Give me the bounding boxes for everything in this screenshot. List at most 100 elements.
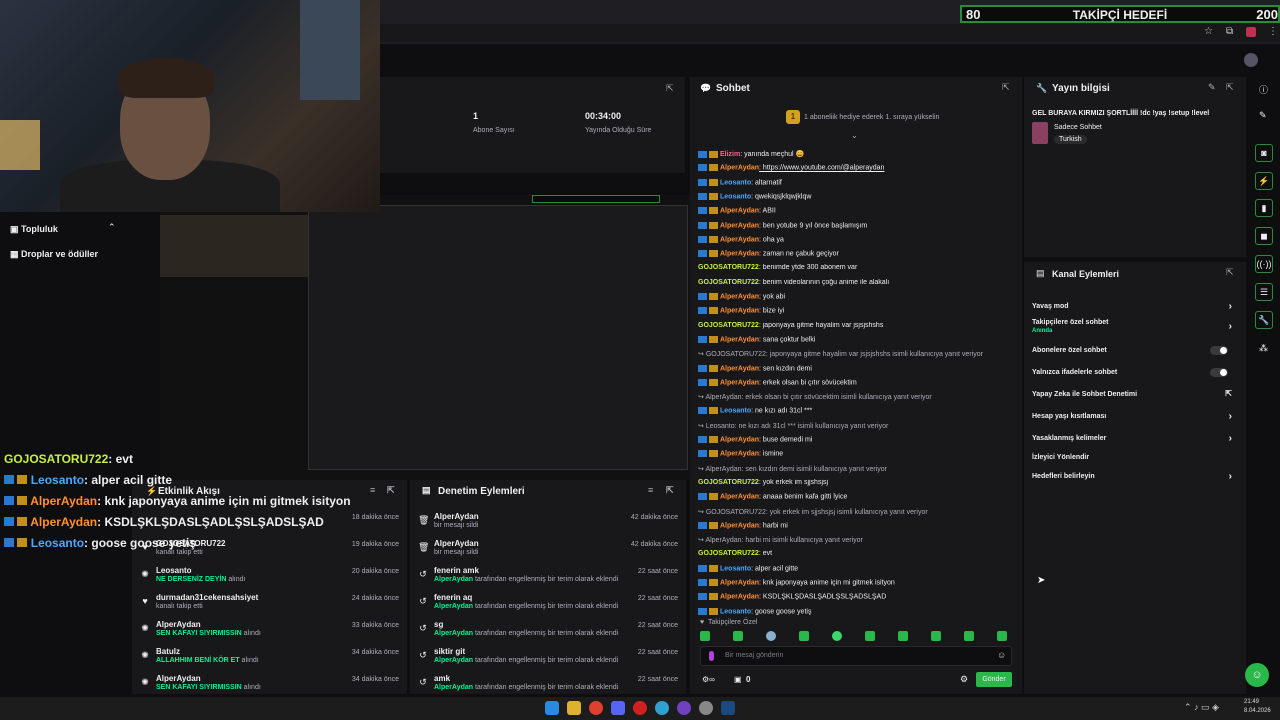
chat-username[interactable]: AlperAydan xyxy=(720,451,759,458)
emote-icon[interactable] xyxy=(865,631,875,641)
list-item[interactable]: ♥ durmadan31cekensahsiyet kanalı takip e… xyxy=(132,591,407,617)
chat-username[interactable]: AlperAydan xyxy=(720,293,759,300)
channel-action-row[interactable]: İzleyici Yönlendir xyxy=(1032,450,1238,468)
chat-username[interactable]: GOJOSATORU722 xyxy=(698,479,759,486)
chat-username[interactable]: Leosanto xyxy=(720,408,751,415)
chat-username[interactable]: AlperAydan xyxy=(720,236,759,243)
emote-icon[interactable] xyxy=(931,631,941,641)
channel-action-row[interactable]: Yalnızca ifadelerle sohbet xyxy=(1032,365,1238,383)
list-item[interactable]: ↺ sg AlperAydan tarafından engellenmiş b… xyxy=(410,618,686,644)
windows-start-icon[interactable] xyxy=(545,701,559,715)
edge-icon[interactable] xyxy=(655,701,669,715)
emoji-icon[interactable]: ☺ xyxy=(997,650,1006,660)
settings-icon[interactable]: ⚙∞ xyxy=(702,675,715,684)
channel-action-row[interactable]: Yapay Zeka ile Sohbet Denetimi ⇱ xyxy=(1032,387,1238,405)
toggle-switch[interactable] xyxy=(1210,368,1228,377)
filter-icon[interactable]: ≡ xyxy=(648,485,653,495)
chat-username[interactable]: AlperAydan xyxy=(720,579,759,586)
chat-username[interactable]: Leosanto xyxy=(720,565,751,572)
toggle-switch[interactable] xyxy=(1210,346,1228,355)
chat-username[interactable]: AlperAydan xyxy=(720,222,759,229)
tray-icons[interactable]: ⌃ ♪ ▭ ◈ xyxy=(1184,702,1219,713)
rail-button-bolt[interactable]: ⚡ xyxy=(1255,172,1273,190)
popout-icon[interactable]: ⇱ xyxy=(1002,82,1010,93)
chat-username[interactable]: AlperAydan xyxy=(720,365,759,372)
emote-icon[interactable] xyxy=(832,631,842,641)
info-icon[interactable]: ⓘ xyxy=(1259,83,1268,96)
channel-action-row[interactable]: Yavaş mod › xyxy=(1032,299,1238,317)
list-item[interactable]: ✺ Leosanto NE DERSENİZ DEYİN alındı 20 d… xyxy=(132,564,407,590)
channel-action-row[interactable]: Takipçilere özel sohbet Anında › xyxy=(1032,319,1238,337)
stream-preview[interactable] xyxy=(160,195,690,480)
chat-username[interactable]: Leosanto xyxy=(720,179,751,186)
chat-username[interactable]: Elizim xyxy=(720,151,740,158)
extensions-icon[interactable]: ⧉ xyxy=(1226,26,1233,37)
chat-username[interactable]: AlperAydan xyxy=(720,208,759,215)
discord-icon[interactable] xyxy=(611,701,625,715)
emote-icon[interactable] xyxy=(733,631,743,641)
emote-icon[interactable] xyxy=(700,631,710,641)
channel-action-row[interactable]: Hedefleri belirleyin › xyxy=(1032,469,1238,487)
chat-username[interactable]: AlperAydan xyxy=(720,436,759,443)
list-item[interactable]: ↺ amk AlperAydan tarafından engellenmiş … xyxy=(410,672,686,698)
app-icon[interactable] xyxy=(699,701,713,715)
channel-action-row[interactable]: Yasaklanmış kelimeler › xyxy=(1032,431,1238,449)
chat-username[interactable]: AlperAydan xyxy=(720,494,759,501)
list-item[interactable]: ✺ Batulz ALLAHHIM BENİ KÖR ET alındı 34 … xyxy=(132,645,407,671)
chevron-up-icon[interactable]: ⌃ xyxy=(108,222,116,233)
pencil-icon[interactable]: ✎ xyxy=(1259,110,1267,121)
rail-button-chat[interactable]: ◼ xyxy=(1255,227,1273,245)
chat-username[interactable]: AlperAydan xyxy=(720,165,759,172)
chat-username[interactable]: AlperAydan xyxy=(720,522,759,529)
chevron-down-icon[interactable]: ⌄ xyxy=(851,131,858,140)
popout-icon[interactable]: ⇱ xyxy=(666,485,674,496)
steam-icon[interactable] xyxy=(721,701,735,715)
chat-username[interactable]: GOJOSATORU722 xyxy=(698,322,759,329)
address-bar[interactable]: ☆ ⧉ ⋮ xyxy=(380,24,1280,42)
chat-username[interactable]: AlperAydan xyxy=(720,336,759,343)
rail-button-doc[interactable]: ▮ xyxy=(1255,199,1273,217)
list-item[interactable]: ↺ fenerin aq AlperAydan tarafından engel… xyxy=(410,591,686,617)
sidebar-item-drops[interactable]: ▦ Droplar ve ödüller xyxy=(10,249,98,260)
avatar[interactable] xyxy=(1244,53,1258,67)
gear-icon[interactable]: ⚙ xyxy=(960,674,968,685)
extensions-icon[interactable]: ⁂ xyxy=(1259,343,1268,354)
popout-icon[interactable]: ⇱ xyxy=(666,83,674,94)
list-item[interactable]: ↺ siktir git AlperAydan tarafından engel… xyxy=(410,645,686,671)
emote-icon[interactable] xyxy=(766,631,776,641)
rail-button-camera[interactable]: ◙ xyxy=(1255,144,1273,162)
star-icon[interactable]: ☆ xyxy=(1204,26,1213,37)
filter-icon[interactable]: ≡ xyxy=(370,485,375,495)
chat-username[interactable]: GOJOSATORU722 xyxy=(698,264,759,271)
obs-icon[interactable] xyxy=(677,701,691,715)
emote-icon[interactable] xyxy=(898,631,908,641)
popout-icon[interactable]: ⇱ xyxy=(1226,82,1234,93)
list-item[interactable]: 🗑 AlperAydan bir mesajı sildi 42 dakika … xyxy=(410,537,686,563)
sidebar-item-community[interactable]: ▣ Topluluk xyxy=(10,224,58,235)
profile-icon[interactable] xyxy=(1246,27,1256,37)
tag-badge[interactable]: Turkish xyxy=(1054,135,1087,144)
edit-icon[interactable]: ✎ xyxy=(1208,82,1216,93)
file-explorer-icon[interactable] xyxy=(567,701,581,715)
chat-input[interactable]: Bir mesaj gönderin ☺ xyxy=(700,646,1012,666)
list-item[interactable]: 🗑 AlperAydan bir mesajı sildi 42 dakika … xyxy=(410,510,686,536)
emote-icon[interactable] xyxy=(964,631,974,641)
chat-username[interactable]: Leosanto xyxy=(720,608,751,615)
rail-button-broadcast[interactable]: ((·)) xyxy=(1255,255,1273,273)
chat-username[interactable]: GOJOSATORU722 xyxy=(698,279,759,286)
opera-icon[interactable] xyxy=(633,701,647,715)
list-item[interactable]: ✺ AlperAydan SEN KAFAYI SIYIRMISSIN alın… xyxy=(132,618,407,644)
chat-username[interactable]: AlperAydan xyxy=(720,379,759,386)
rail-button-wrench[interactable]: 🔧 xyxy=(1255,311,1273,329)
chat-username[interactable]: GOJOSATORU722 xyxy=(698,550,759,557)
chat-username[interactable]: AlperAydan xyxy=(720,308,759,315)
menu-icon[interactable]: ⋮ xyxy=(1268,26,1278,37)
chat-username[interactable]: Leosanto xyxy=(720,193,751,200)
mic-icon[interactable] xyxy=(709,651,714,661)
chrome-icon[interactable] xyxy=(589,701,603,715)
send-button[interactable]: Gönder xyxy=(976,672,1012,687)
list-item[interactable]: ✺ AlperAydan SEN KAFAYI SIYIRMISSIN alın… xyxy=(132,672,407,698)
popout-icon[interactable]: ⇱ xyxy=(387,485,395,496)
emote-icon[interactable] xyxy=(997,631,1007,641)
support-button[interactable]: ☺ xyxy=(1245,663,1269,687)
